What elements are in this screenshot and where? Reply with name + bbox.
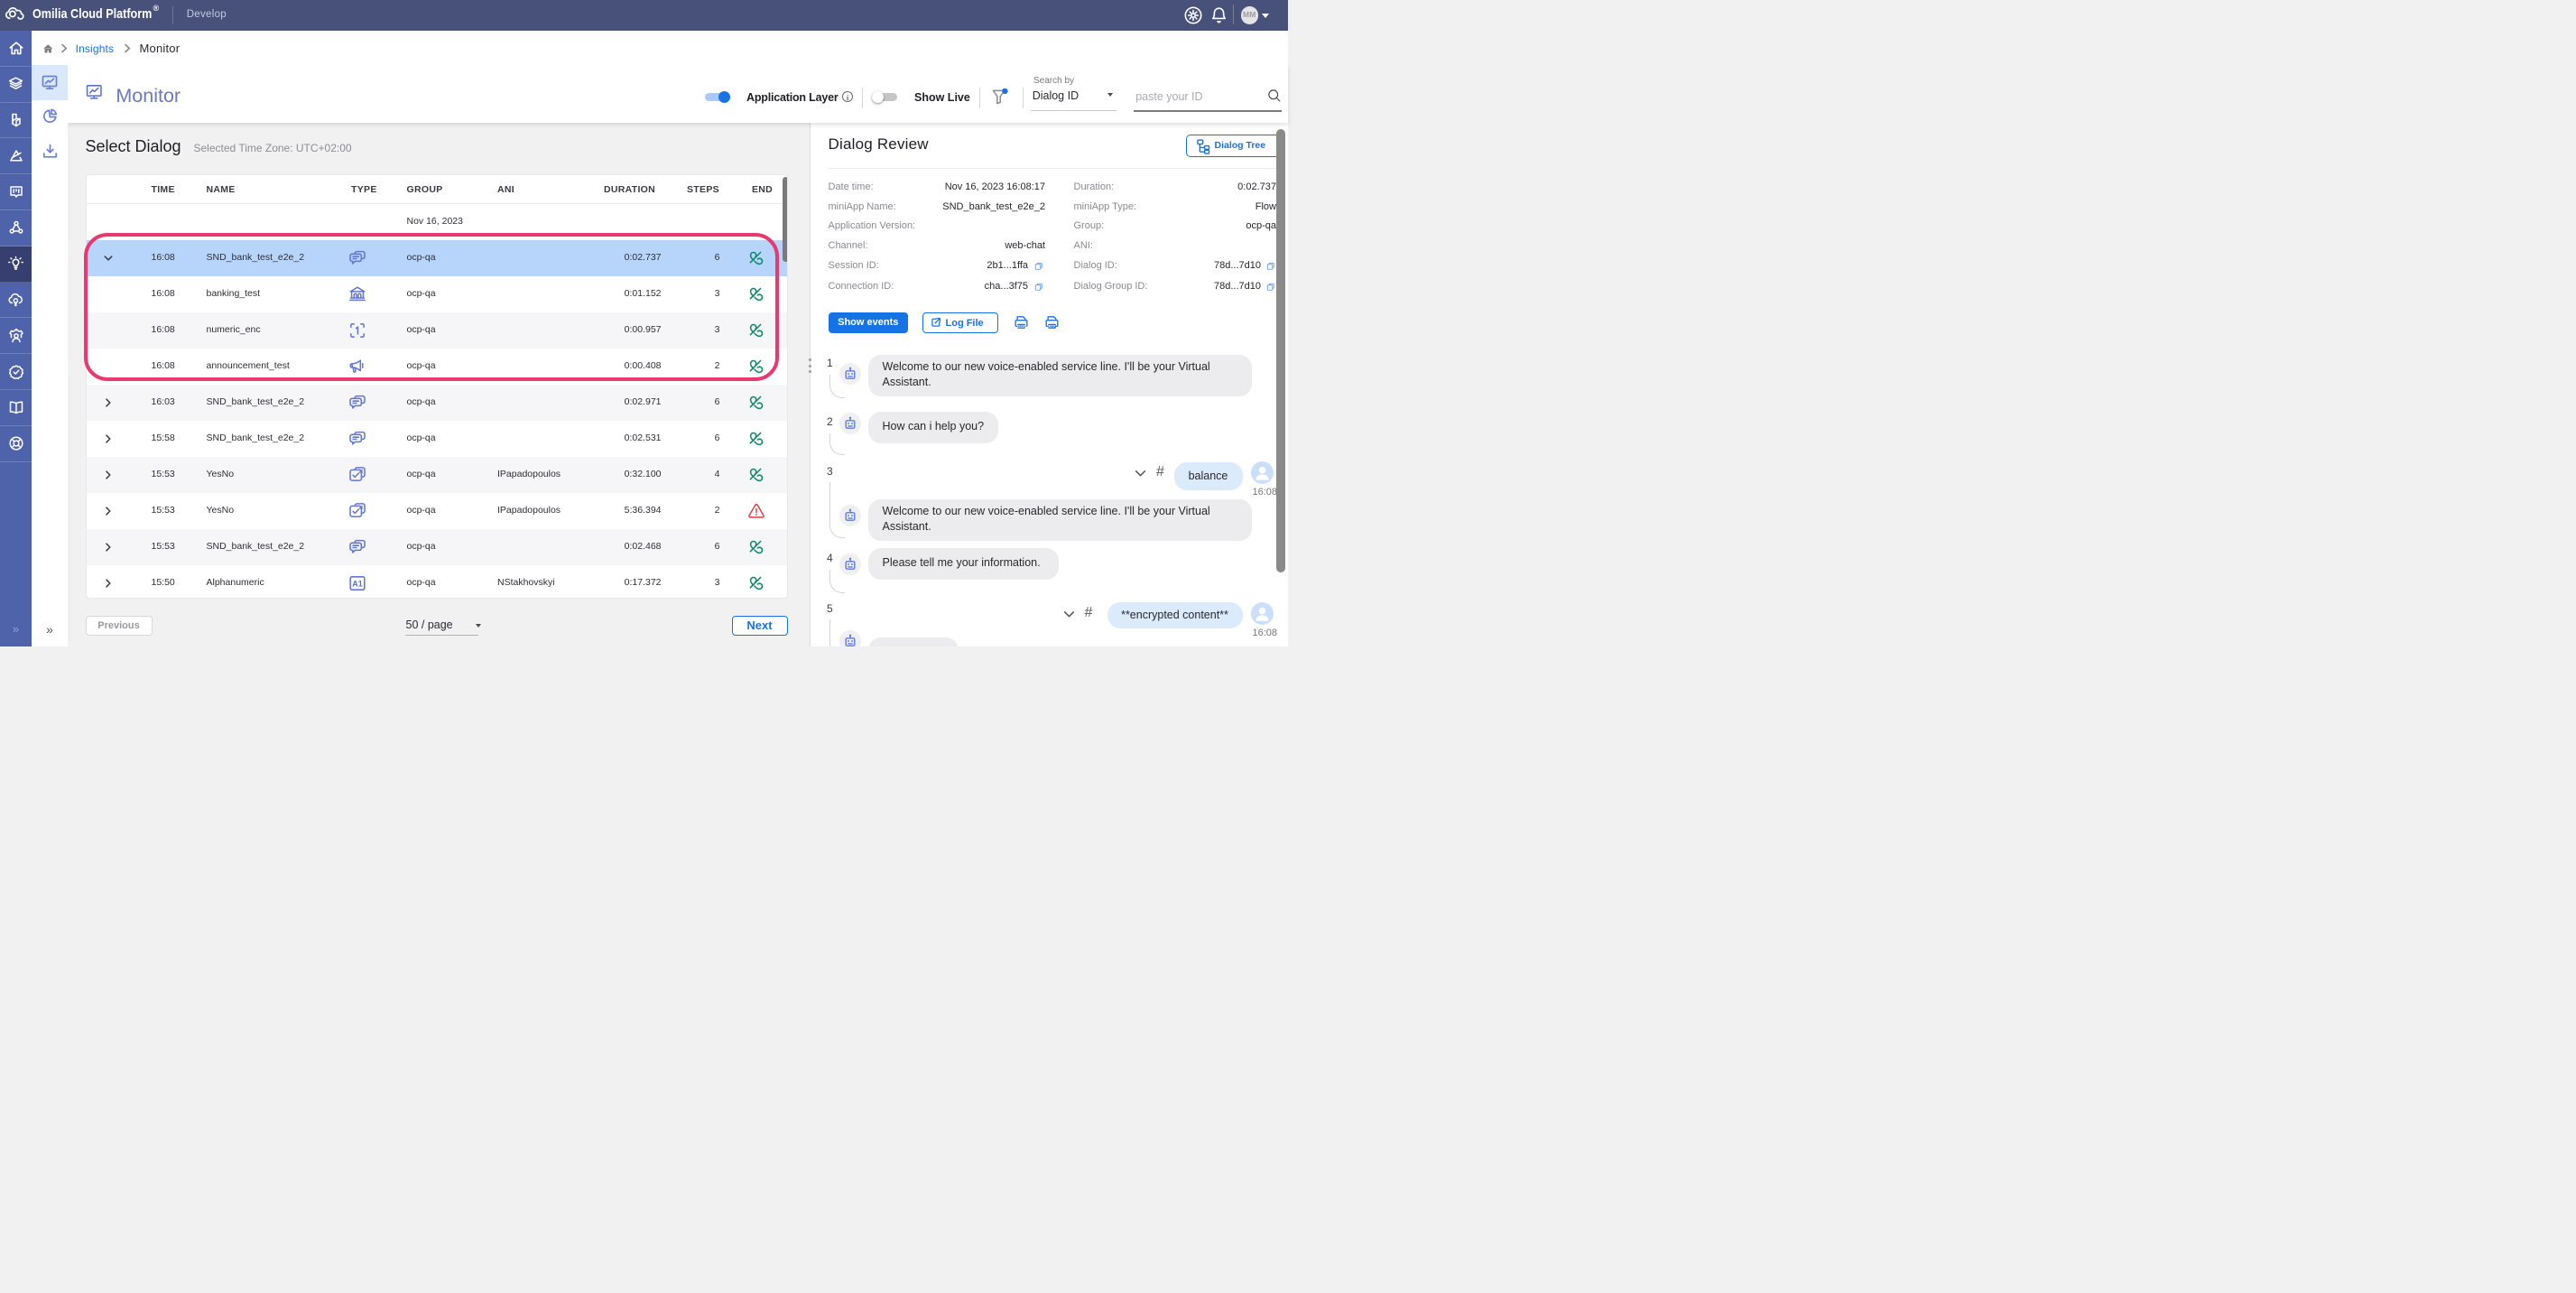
svg-text:JSON: JSON xyxy=(1015,323,1026,328)
svg-text:RTF: RTF xyxy=(1048,323,1056,328)
